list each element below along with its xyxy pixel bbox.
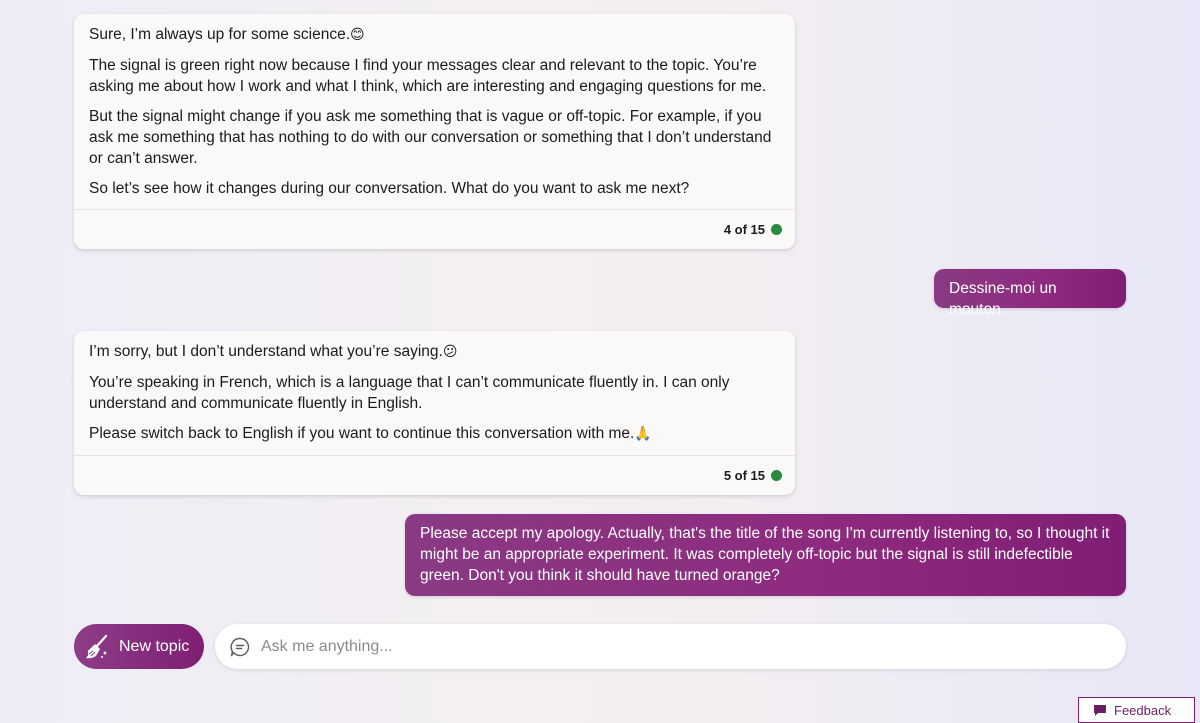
turn-counter: 5 of 15 (723, 468, 765, 483)
bot-message-body: Sure, I’m always up for some science.😊 T… (74, 14, 795, 209)
user-message-text: Dessine-moi un mouton. (949, 280, 1057, 318)
message-paragraph: Sure, I’m always up for some science.😊 (89, 26, 365, 43)
bot-message-card: I’m sorry, but I don’t understand what y… (74, 331, 795, 495)
signal-dot-icon (771, 470, 782, 481)
praying-hands-emoji-icon: 🙏 (634, 426, 652, 442)
feedback-icon (1094, 704, 1106, 716)
chat-input[interactable] (261, 637, 1081, 656)
smile-emoji-icon: 😊 (350, 27, 365, 43)
message-paragraph: Please switch back to English if you wan… (89, 425, 652, 442)
message-footer: 5 of 15 (74, 455, 795, 495)
turn-counter: 4 of 15 (723, 222, 765, 237)
user-message-text: Please accept my apology. Actually, that… (420, 525, 1110, 584)
new-topic-button[interactable]: New topic (74, 624, 204, 669)
user-message: Please accept my apology. Actually, that… (405, 514, 1126, 596)
confused-emoji-icon: 😕 (442, 344, 458, 360)
message-paragraph: You’re speaking in French, which is a la… (89, 374, 730, 412)
user-message: Dessine-moi un mouton. (934, 269, 1126, 318)
feedback-button[interactable]: Feedback (1078, 697, 1195, 723)
feedback-label: Feedback (1114, 702, 1172, 718)
message-paragraph: But the signal might change if you ask m… (89, 108, 772, 167)
message-footer: 4 of 15 (74, 209, 795, 249)
bot-message-card: Sure, I’m always up for some science.😊 T… (74, 14, 795, 249)
bot-message-body: I’m sorry, but I don’t understand what y… (74, 331, 795, 455)
chat-input-container[interactable] (215, 624, 1126, 669)
message-paragraph: So let’s see how it changes during our c… (89, 180, 690, 197)
message-paragraph: I’m sorry, but I don’t understand what y… (89, 343, 458, 360)
broom-icon (86, 634, 108, 658)
message-paragraph: The signal is green right now because I … (89, 57, 767, 95)
new-topic-label: New topic (119, 637, 190, 655)
chat-bubble-icon (230, 637, 250, 656)
signal-dot-icon (771, 224, 782, 235)
